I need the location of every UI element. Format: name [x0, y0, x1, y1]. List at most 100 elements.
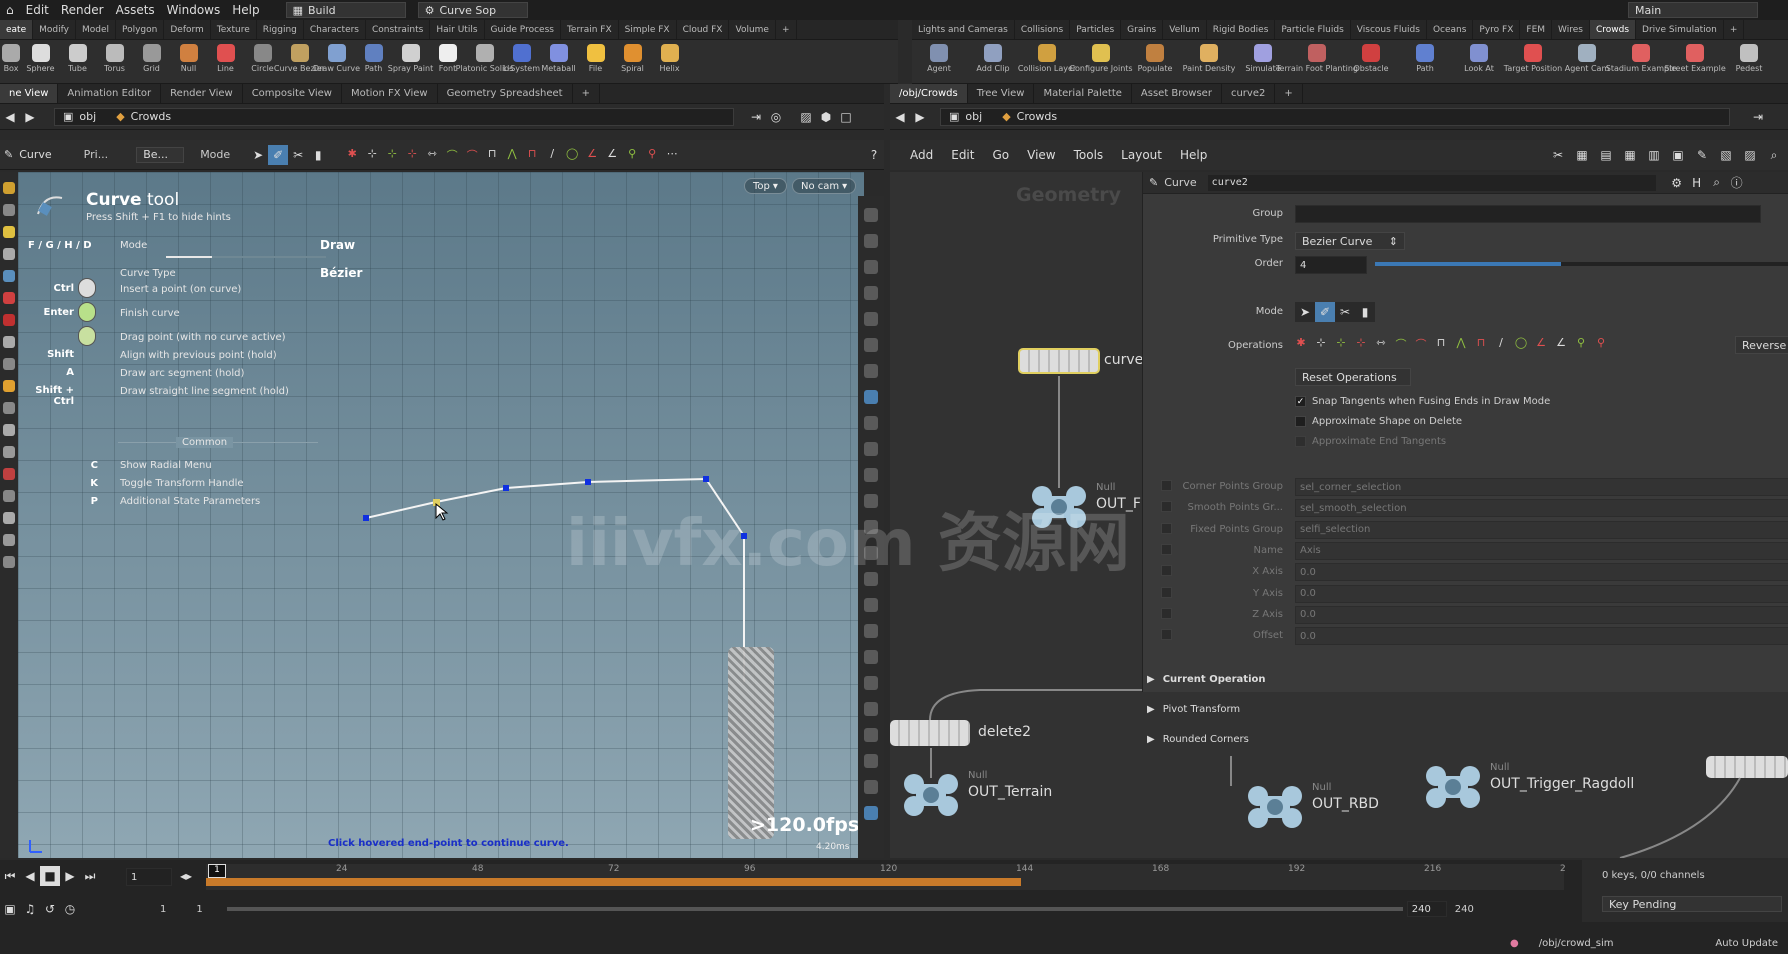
shelf-tool-obstacle[interactable]: Obstacle [1344, 40, 1398, 73]
param-operation-icon-13[interactable]: ∠ [1551, 336, 1571, 352]
toolbox-icon-16[interactable] [3, 534, 15, 546]
shelf-tab-constraints[interactable]: Constraints [366, 20, 431, 39]
param-operation-icon-3[interactable]: ⊹ [1351, 336, 1371, 352]
main-dropdown[interactable]: Main [1628, 2, 1758, 18]
pane-tab-curve2[interactable]: curve2 [1222, 84, 1276, 103]
display-option-icon-7[interactable] [864, 390, 878, 404]
path-field-left[interactable]: ▣ obj ◆ Crowds [54, 107, 734, 126]
menu-render[interactable]: Render [55, 3, 110, 17]
display-option-icon-3[interactable] [864, 286, 878, 300]
shelf-tab-model[interactable]: Model [76, 20, 116, 39]
loop-icon[interactable]: ↺ [40, 899, 60, 919]
pane-tab-composite-view[interactable]: Composite View [243, 84, 342, 103]
order-slider[interactable] [1375, 262, 1788, 266]
network-tool-icon-1[interactable]: ▦ [1572, 145, 1592, 165]
shelf-tab-crowds[interactable]: Crowds [1589, 20, 1637, 39]
network-tool-icon-8[interactable]: ▨ [1740, 145, 1760, 165]
delete-mode-icon[interactable]: ▮ [308, 145, 328, 165]
pin-icon[interactable]: ⇥ [746, 107, 766, 127]
network-menu-go[interactable]: Go [992, 148, 1009, 162]
context-dropdown[interactable]: ⚙ Curve Sop [417, 2, 528, 18]
node-name-field[interactable]: curve2 [1206, 173, 1657, 192]
range-slider[interactable] [226, 907, 1403, 911]
primitive-type-dropdown[interactable]: Bezier Curve ⇕ [1295, 232, 1405, 250]
network-tool-icon-6[interactable]: ✎ [1692, 145, 1712, 165]
shelf-tab-guide-process[interactable]: Guide Process [485, 20, 561, 39]
toolbox-icon-2[interactable] [3, 226, 15, 238]
step-icon[interactable]: ◂▸ [176, 866, 196, 886]
toolbox-icon-7[interactable] [3, 336, 15, 348]
param-operation-icon-1[interactable]: ⊹ [1311, 336, 1331, 352]
order-field[interactable]: 4 [1295, 256, 1367, 274]
reverse-button[interactable]: Reverse [1735, 336, 1788, 354]
shelf-tool-pedest[interactable]: Pedest [1722, 40, 1776, 73]
toolbox-icon-11[interactable] [3, 424, 15, 436]
realtime-icon[interactable]: ▣ [0, 899, 20, 919]
network-menu-add[interactable]: Add [910, 148, 933, 162]
shelf-tab-texture[interactable]: Texture [211, 20, 257, 39]
network-menu-tools[interactable]: Tools [1074, 148, 1104, 162]
display-option-icon-6[interactable] [864, 364, 878, 378]
playhead-marker[interactable]: 1 [208, 864, 226, 878]
null-node-out-terrain[interactable] [902, 772, 960, 821]
display-option-icon-15[interactable] [864, 598, 878, 612]
param-operation-icon-11[interactable]: ◯ [1511, 336, 1531, 352]
shelf-tool-platonic-solids[interactable]: Platonic Solids [456, 40, 513, 73]
display-option-icon-4[interactable] [864, 312, 878, 326]
param-operation-icon-0[interactable]: ✱ [1291, 336, 1311, 352]
back-icon[interactable]: ◀ [0, 107, 20, 127]
primitive-type-menu[interactable]: Pri... [84, 148, 109, 161]
display-option-icon-2[interactable] [864, 260, 878, 274]
crowd-agents-geometry[interactable] [728, 647, 774, 839]
status-path[interactable]: /obj/crowd_sim [1539, 938, 1614, 949]
shelf-tab-characters[interactable]: Characters [304, 20, 366, 39]
display-option-icon-23[interactable] [864, 806, 878, 820]
operation-icon-13[interactable]: ∠ [602, 147, 622, 163]
param-operation-icon-14[interactable]: ⚲ [1571, 336, 1591, 352]
network-menu-edit[interactable]: Edit [951, 148, 974, 162]
pane-tab-geometry-spreadsheet[interactable]: Geometry Spreadsheet [438, 84, 573, 103]
shelf-tool-populate[interactable]: Populate [1128, 40, 1182, 73]
pin-icon-right[interactable]: ⇥ [1748, 107, 1768, 127]
forward-icon-right[interactable]: ▶ [910, 107, 930, 127]
operation-icon-11[interactable]: ◯ [562, 147, 582, 163]
display-option-icon-1[interactable] [864, 234, 878, 248]
toolbox-icon-4[interactable] [3, 270, 15, 282]
delete2-node[interactable] [890, 720, 970, 746]
curve-tool-icon[interactable]: ✎ [4, 148, 13, 161]
path-field-right[interactable]: ▣ obj ◆ Crowds [940, 107, 1730, 126]
pane-tab-material-palette[interactable]: Material Palette [1034, 84, 1132, 103]
shelf-tab-deform[interactable]: Deform [164, 20, 211, 39]
curve-point[interactable] [363, 515, 369, 521]
param-operation-icon-7[interactable]: ⊓ [1431, 336, 1451, 352]
section-current-operation[interactable]: ▶ Current Operation [1147, 674, 1266, 685]
network-tool-icon-7[interactable]: ▧ [1716, 145, 1736, 165]
menu-item-file[interactable]: ⌂ [0, 3, 20, 17]
curve-point[interactable] [585, 479, 591, 485]
shelf-tab-hair-utils[interactable]: Hair Utils [430, 20, 485, 39]
shelf-tab-fem[interactable]: FEM [1520, 20, 1553, 39]
operation-icon-3[interactable]: ⊹ [402, 147, 422, 163]
operation-icon-7[interactable]: ⊓ [482, 147, 502, 163]
operation-icon-0[interactable]: ✱ [342, 147, 362, 163]
current-frame-field[interactable]: 1 [126, 868, 172, 886]
forward-icon[interactable]: ▶ [20, 107, 40, 127]
shelf-tool-file[interactable]: File [577, 40, 614, 73]
info-icon[interactable]: ⓘ [1727, 173, 1747, 193]
operation-icon-8[interactable]: ⋀ [502, 147, 522, 163]
add-tab-icon[interactable]: + [776, 20, 797, 39]
shelf-tool-spray-paint[interactable]: Spray Paint [388, 40, 433, 73]
shelf-tab-cloud-fx[interactable]: Cloud FX [677, 20, 730, 39]
display-option-icon-10[interactable] [864, 468, 878, 482]
shelf-tab-modify[interactable]: Modify [33, 20, 76, 39]
operation-icon-16[interactable]: ⋯ [662, 147, 682, 163]
section-pivot-transform[interactable]: ▶ Pivot Transform [1147, 704, 1240, 715]
section-rounded-corners[interactable]: ▶ Rounded Corners [1147, 734, 1249, 745]
select-mode-icon[interactable]: ➤ [248, 145, 268, 165]
network-tool-icon-4[interactable]: ▥ [1644, 145, 1664, 165]
link-icon[interactable]: ◎ [766, 107, 786, 127]
jump-end-icon[interactable]: ⏭ [80, 866, 100, 886]
edit-mode-icon[interactable]: ✂ [288, 145, 308, 165]
display-option-icon-17[interactable] [864, 650, 878, 664]
reset-operations-button[interactable]: Reset Operations [1295, 368, 1411, 386]
